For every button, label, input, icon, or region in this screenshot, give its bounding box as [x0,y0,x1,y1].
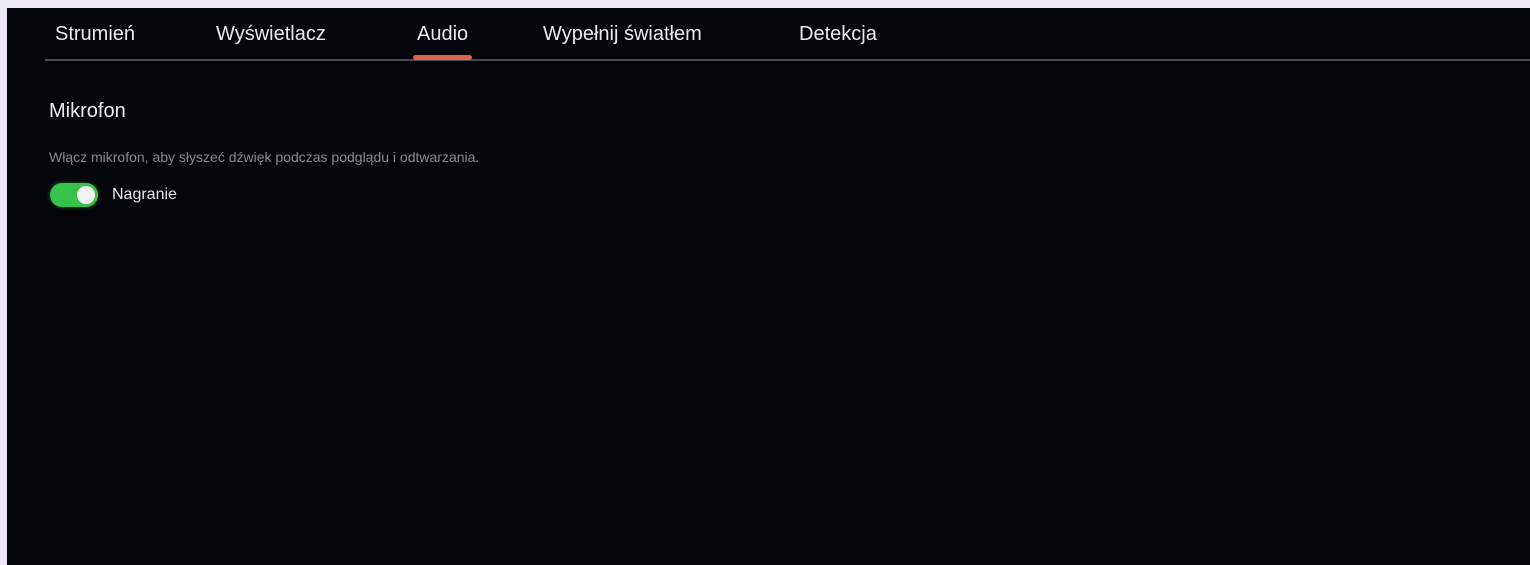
section-title: Mikrofon [49,100,126,122]
tab-wyswietlacz[interactable]: Wyświetlacz [216,23,326,45]
tab-detekcja[interactable]: Detekcja [799,23,877,45]
recording-toggle-label: Nagranie [112,186,177,203]
settings-screen: Strumień Wyświetlacz Audio Wypełnij świa… [7,8,1530,565]
recording-toggle[interactable] [50,183,98,207]
tab-strumien[interactable]: Strumień [55,23,135,45]
toggle-knob [77,186,95,204]
tab-audio[interactable]: Audio [412,23,473,60]
recording-toggle-row: Nagranie [50,183,177,207]
tab-wypelnij-swiatlem[interactable]: Wypełnij światłem [543,23,702,45]
section-description: Włącz mikrofon, aby słyszeć dźwięk podcz… [49,149,480,165]
tab-bar: Strumień Wyświetlacz Audio Wypełnij świa… [45,8,1530,61]
